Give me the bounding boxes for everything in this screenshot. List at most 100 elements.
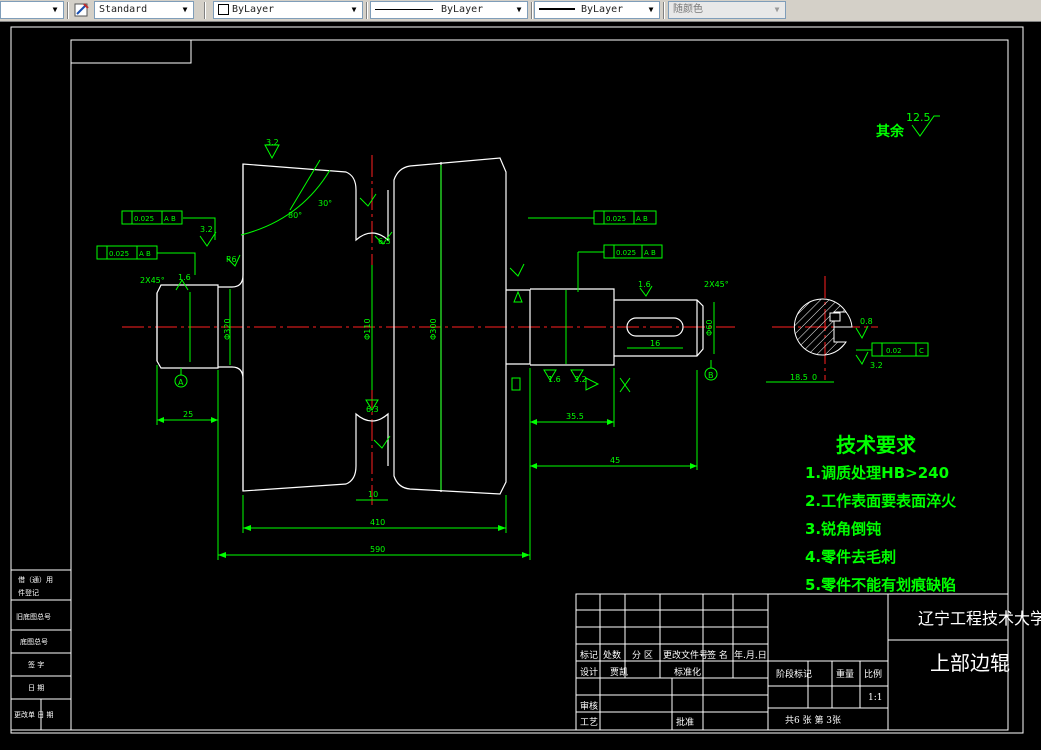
dim-dia-mid: Φ110: [363, 318, 372, 340]
rough-08: 0.8: [860, 317, 873, 326]
tb-sheet-info: 共6 张 第 3张: [785, 714, 841, 726]
rough-63a: 6.3: [366, 405, 379, 414]
chevron-down-icon: ▼: [52, 5, 58, 14]
dim-chamfer-right: 2X45°: [704, 280, 729, 289]
plot-style-dropdown[interactable]: 随颜色 ▼: [668, 1, 786, 19]
tb-stage-header: 重量: [836, 668, 854, 680]
dim-dia-shaft: Φ60: [705, 320, 714, 336]
properties-toolbar: ▼ Standard ▼ ByLayer ▼ ByLayer ▼ ByLayer…: [0, 0, 1041, 22]
tb-header-cell: 标记: [580, 649, 598, 661]
text-style-value: Standard: [99, 4, 148, 15]
side-table-cell: 日 期: [28, 684, 44, 692]
dim-len-total: 590: [370, 545, 385, 554]
dim-dia-right: Φ320: [223, 318, 232, 340]
tb-header-cell: 年.月.日: [734, 649, 767, 661]
inner-frame: [70, 39, 1009, 731]
lineweight-value: ByLayer: [581, 4, 624, 15]
toolbar-separator: [663, 2, 665, 19]
surface-rest-value: 12.5: [906, 111, 931, 124]
chevron-down-icon: ▼: [516, 5, 522, 14]
tol-right-top-value: 0.025: [606, 215, 626, 223]
technical-requirements: 技术要求 1.调质处理HB>240 2.工作表面要表面淬火 3.锐角倒钝 4.零…: [805, 433, 957, 594]
rough-32c: 3.2: [574, 375, 587, 384]
roughness-symbols: [175, 144, 869, 449]
requirement-item: 5.零件不能有划痕缺陷: [805, 576, 956, 594]
side-table-cell: 件登记: [18, 588, 39, 597]
tolerance-frame-left-mid: 0.025 A B: [96, 245, 158, 260]
dim-chamfer-left: 2X45°: [140, 276, 165, 285]
tb-stage-header: 比例: [864, 668, 882, 680]
linetype-value: ByLayer: [441, 4, 484, 15]
dim-len-right: 45: [610, 456, 620, 465]
drawing-canvas[interactable]: 其余 12.5 A B 0.025 A B 0.025 A B 0.025 A …: [0, 21, 1041, 750]
dimension-lines: [156, 159, 872, 560]
side-table-cell: 借（通）用: [18, 575, 53, 584]
datum-a-label: A: [178, 378, 184, 387]
text-style-dropdown[interactable]: Standard ▼: [94, 1, 194, 19]
requirement-item: 3.锐角倒钝: [805, 520, 881, 538]
rough-16b: 1.6: [548, 375, 561, 384]
requirement-item: 2.工作表面要表面淬火: [805, 492, 957, 510]
rough-32d: 3.2: [200, 225, 213, 234]
color-dropdown[interactable]: ByLayer ▼: [213, 1, 363, 19]
linetype-dropdown[interactable]: ByLayer ▼: [370, 1, 528, 19]
sec-dim: 18.5: [790, 373, 808, 382]
angle-a: 30°: [318, 199, 332, 208]
toolbar-separator: [67, 2, 69, 19]
lineweight-dropdown[interactable]: ByLayer ▼: [534, 1, 660, 19]
side-table-cell: 签 字: [28, 660, 44, 669]
rough-16c: 1.6: [638, 280, 651, 289]
surface-rest-symbol: 其余 12.5: [876, 111, 940, 140]
tol-left-mid-ref: A B: [139, 250, 151, 258]
requirements-title: 技术要求: [836, 433, 917, 457]
dim-len-key: 16: [650, 339, 660, 348]
requirement-item: 1.调质处理HB>240: [805, 464, 949, 482]
toolbar-separator: [531, 2, 533, 19]
tb-review-label: 审核: [580, 700, 598, 712]
dimension-texts: 590 410 25 35.5 45 10 16 2X45° 2X45° 1.6…: [140, 138, 883, 554]
color-value: ByLayer: [232, 4, 275, 15]
tb-stage-header: 阶段标记: [776, 668, 812, 680]
tol-left-mid-value: 0.025: [109, 250, 129, 258]
rough-63b: 6.3: [378, 237, 391, 246]
tb-process-label: 工艺: [580, 717, 598, 728]
tolerance-frame-left-top: 0.025 A B: [121, 210, 183, 225]
datum-b-label: B: [708, 371, 714, 380]
tb-header-cell: 分 区: [632, 650, 653, 661]
tb-design-cell: 设计: [580, 666, 598, 678]
tolerance-frame-section: 0.02 C: [871, 342, 929, 357]
linetype-preview-icon: [375, 8, 433, 10]
plot-style-value: 随颜色: [673, 4, 703, 15]
outer-sheet-border: [10, 26, 1024, 734]
layer-state-dropdown[interactable]: ▼: [0, 1, 64, 19]
side-table-cell: 旧底图总号: [16, 612, 51, 621]
tb-design-cell: 标准化: [674, 666, 701, 678]
tol-sec-value: 0.02: [886, 347, 902, 355]
dim-len-body: 410: [370, 518, 385, 527]
tol-right-mid-ref: A B: [644, 249, 656, 257]
tol-left-top-ref: A B: [164, 215, 176, 223]
drawing-number-box: [70, 39, 192, 64]
text-style-icon[interactable]: [74, 2, 90, 18]
side-table-cell: 底图总号: [20, 637, 48, 646]
tb-header-cell: 处数: [603, 649, 621, 661]
tolerance-frame-right-mid: 0.025 A B: [603, 244, 663, 259]
shaft-section: [793, 298, 853, 356]
side-register-table: 借（通）用 件登记 旧底图总号 底图总号 签 字 日 期 更改单 日 期: [10, 569, 72, 731]
dim-len-left: 25: [183, 410, 193, 419]
sec-dim2: 0: [812, 373, 817, 382]
tb-part-name: 上部边辊: [930, 651, 1010, 675]
tb-header-cell: 更改文件号: [663, 649, 708, 661]
tb-header-cell: 签 名: [707, 649, 728, 661]
datum-symbols: [174, 360, 718, 388]
angle-b: 80°: [288, 211, 302, 220]
requirement-item: 4.零件去毛刺: [805, 548, 896, 566]
tolerance-frame-right-top: 0.025 A B: [593, 210, 657, 225]
toolbar-separator: [366, 2, 368, 19]
dim-dia-main: Φ300: [429, 318, 438, 340]
tol-sec-ref: C: [919, 347, 924, 355]
centerlines: [122, 155, 878, 505]
tol-left-top-value: 0.025: [134, 215, 154, 223]
surface-rest-label: 其余: [876, 123, 905, 140]
dim-len-groove: 10: [368, 490, 378, 499]
